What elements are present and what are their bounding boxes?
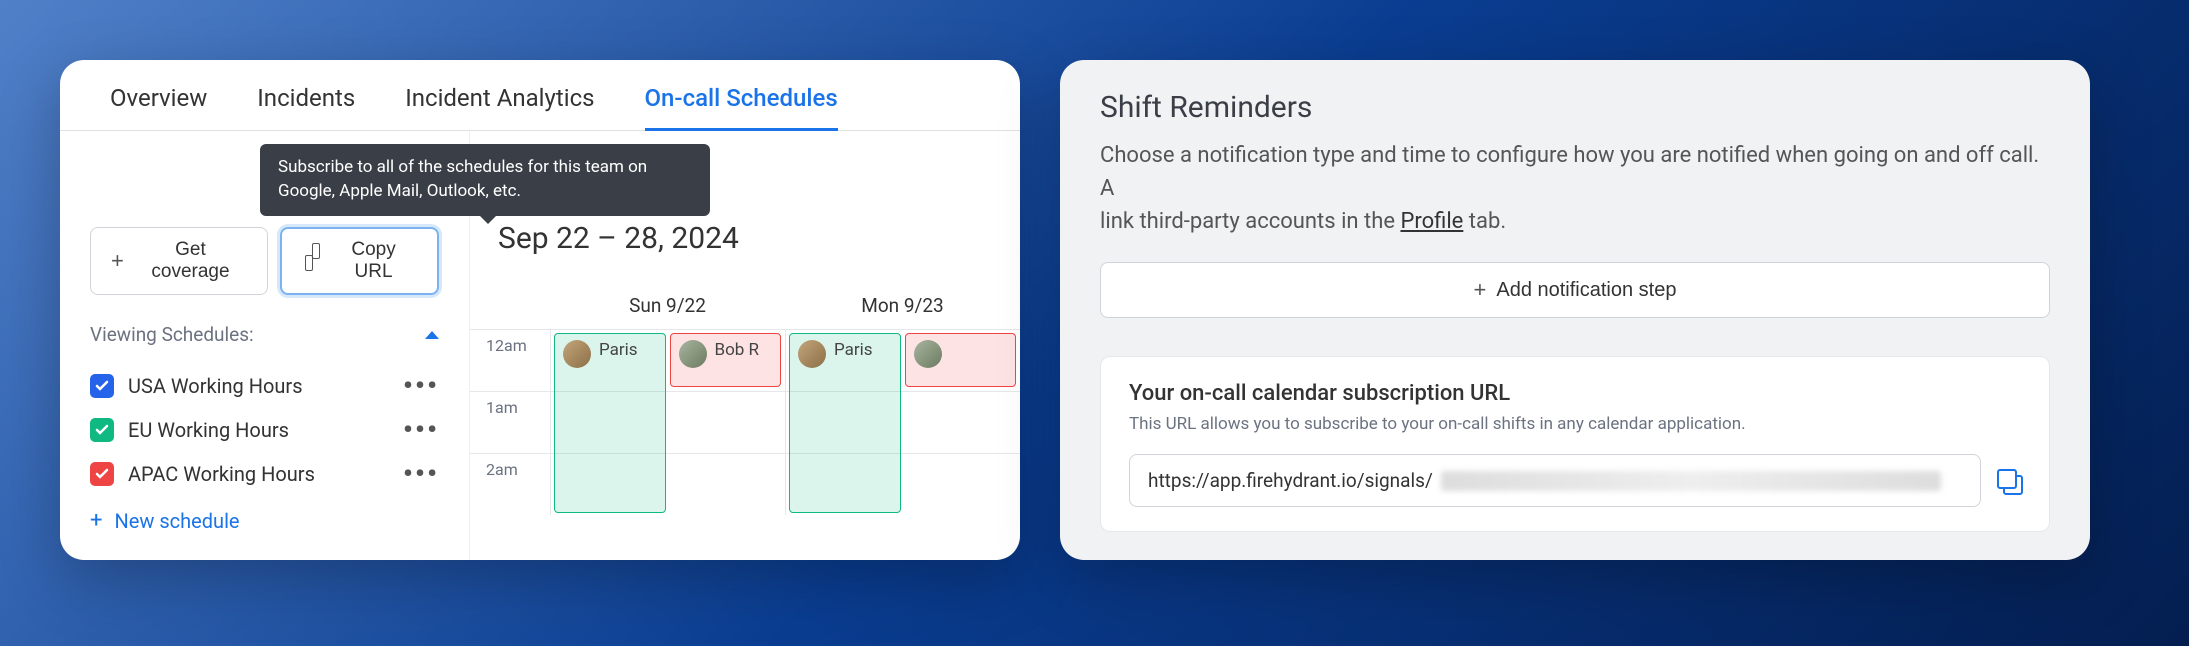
- get-coverage-label: Get coverage: [134, 239, 247, 283]
- shift-reminders-title: Shift Reminders: [1100, 90, 2050, 125]
- shift-reminders-description: Choose a notification type and time to c…: [1100, 139, 2050, 238]
- viewing-schedules-label: Viewing Schedules:: [90, 323, 254, 346]
- avatar: [679, 340, 707, 368]
- shift-block[interactable]: Bob R: [670, 333, 782, 387]
- schedule-label-usa[interactable]: USA Working Hours: [128, 374, 389, 398]
- avatar: [798, 340, 826, 368]
- chevron-up-icon[interactable]: [425, 331, 439, 339]
- shift-block[interactable]: Paris: [554, 333, 666, 513]
- day-header: Sun 9/22: [550, 294, 785, 329]
- add-step-label: Add notification step: [1496, 279, 1676, 302]
- schedule-item-usa: USA Working Hours •••: [90, 364, 439, 408]
- schedules-card: Overview Incidents Incident Analytics On…: [60, 60, 1020, 560]
- copy-url-tooltip: Subscribe to all of the schedules for th…: [260, 144, 710, 216]
- url-redacted: [1441, 471, 1941, 491]
- time-label: 2am: [470, 454, 550, 515]
- shift-label: Paris: [599, 340, 638, 360]
- add-notification-step-button[interactable]: Add notification step: [1100, 262, 2050, 318]
- profile-link[interactable]: Profile: [1400, 209, 1463, 234]
- shift-reminders-card: Shift Reminders Choose a notification ty…: [1060, 60, 2090, 560]
- more-icon[interactable]: •••: [403, 379, 439, 393]
- day-header: Mon 9/23: [785, 294, 1020, 329]
- tab-incidents[interactable]: Incidents: [257, 84, 355, 130]
- desc-part: tab.: [1463, 209, 1506, 234]
- schedule-label-apac[interactable]: APAC Working Hours: [128, 462, 389, 486]
- url-section-desc: This URL allows you to subscribe to your…: [1129, 414, 2021, 434]
- copy-icon: [302, 252, 320, 270]
- subscription-url-input[interactable]: https://app.firehydrant.io/signals/: [1129, 454, 1981, 507]
- shift-label: Paris: [834, 340, 873, 360]
- time-label: 1am: [470, 392, 550, 453]
- avatar: [563, 340, 591, 368]
- new-schedule-label: New schedule: [114, 509, 239, 533]
- tab-oncall-schedules[interactable]: On-call Schedules: [645, 84, 838, 130]
- checkbox-usa[interactable]: [90, 374, 114, 398]
- more-icon[interactable]: •••: [403, 423, 439, 437]
- tab-overview[interactable]: Overview: [110, 84, 207, 130]
- url-value: https://app.firehydrant.io/signals/: [1148, 469, 1433, 492]
- new-schedule-button[interactable]: New schedule: [90, 508, 439, 533]
- shift-label: Bob R: [715, 340, 760, 360]
- plus-icon: [111, 248, 124, 274]
- viewing-schedules-header: Viewing Schedules:: [90, 323, 439, 346]
- schedule-item-eu: EU Working Hours •••: [90, 408, 439, 452]
- shift-block[interactable]: Paris: [789, 333, 901, 513]
- checkbox-eu[interactable]: [90, 418, 114, 442]
- url-section-title: Your on-call calendar subscription URL: [1129, 381, 2021, 406]
- copy-url-label: Copy URL: [330, 239, 417, 283]
- copy-url-button[interactable]: Copy URL: [280, 227, 439, 295]
- tab-incident-analytics[interactable]: Incident Analytics: [405, 84, 594, 130]
- plus-icon: [1474, 277, 1487, 303]
- time-label: 12am: [470, 330, 550, 391]
- subscription-url-section: Your on-call calendar subscription URL T…: [1100, 356, 2050, 532]
- schedule-label-eu[interactable]: EU Working Hours: [128, 418, 389, 442]
- more-icon[interactable]: •••: [403, 467, 439, 481]
- desc-part: link third-party accounts in the: [1100, 209, 1400, 234]
- shift-block[interactable]: [905, 333, 1017, 387]
- avatar: [914, 340, 942, 368]
- tabs-row: Overview Incidents Incident Analytics On…: [60, 60, 1020, 131]
- date-range: Sep 22 – 28, 2024: [470, 221, 1020, 256]
- copy-url-icon-button[interactable]: [1997, 469, 2021, 493]
- desc-part: Choose a notification type and time to c…: [1100, 143, 2039, 201]
- plus-icon: [90, 508, 102, 533]
- get-coverage-button[interactable]: Get coverage: [90, 227, 268, 295]
- checkbox-apac[interactable]: [90, 462, 114, 486]
- schedule-item-apac: APAC Working Hours •••: [90, 452, 439, 496]
